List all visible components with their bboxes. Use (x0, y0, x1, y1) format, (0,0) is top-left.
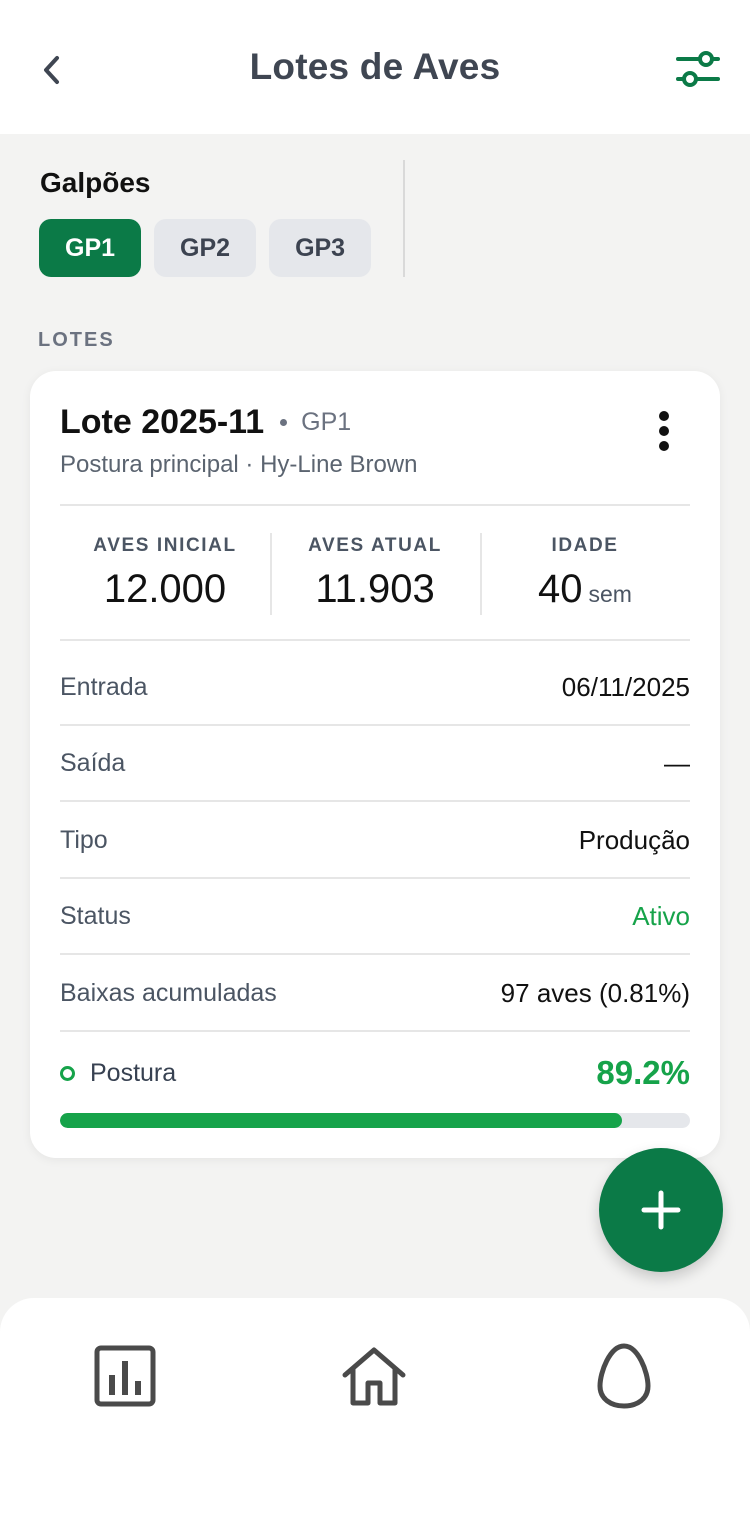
lot-stats: AVES INICIAL 12.000 AVES ATUAL 11.903 ID… (60, 533, 690, 615)
stat-aves-inicial: AVES INICIAL 12.000 (60, 533, 270, 615)
status-value: Ativo (632, 900, 690, 931)
lot-card[interactable]: Lote 2025-11 GP1 Postura principal · Hy-… (30, 371, 720, 1158)
postura-progress-bar (60, 1113, 690, 1128)
stat-unit: sem (588, 581, 632, 607)
lot-shed: GP1 (301, 408, 352, 436)
postura-label: Postura (90, 1058, 177, 1087)
more-vertical-icon (659, 411, 669, 421)
separator-dot (280, 419, 288, 426)
stat-label: IDADE (551, 535, 619, 556)
nav-reports[interactable] (87, 1338, 163, 1414)
chip-gp1[interactable]: GP1 (39, 219, 142, 277)
lot-name: Lote 2025-11 (60, 403, 265, 441)
egg-icon (597, 1343, 651, 1409)
sliders-icon (676, 51, 720, 87)
divider (60, 504, 690, 506)
vertical-divider (403, 160, 405, 277)
galpoes-title: Galpões (40, 167, 151, 198)
row-entrada: Entrada 06/11/2025 (60, 671, 690, 702)
stat-value: 40 sem (538, 567, 632, 611)
progress-fill (60, 1113, 622, 1128)
add-lot-button[interactable] (599, 1148, 723, 1272)
lotes-section-label: LOTES (38, 329, 115, 351)
circle-indicator-icon (60, 1065, 75, 1081)
nav-home[interactable] (336, 1338, 412, 1414)
stat-value: 11.903 (315, 567, 435, 611)
stat-value: 12.000 (103, 567, 227, 611)
divider (60, 1030, 690, 1032)
stat-label: AVES INICIAL (93, 535, 237, 556)
bar-chart-icon (94, 1345, 156, 1407)
row-baixas: Baixas acumuladas 97 aves (0.81%) (60, 977, 690, 1008)
stat-idade: IDADE 40 sem (480, 533, 690, 615)
plus-icon (641, 1190, 681, 1230)
galpoes-chip-group: GP1 GP2 GP3 (39, 219, 372, 277)
chip-gp2[interactable]: GP2 (154, 219, 257, 277)
lot-title-row: Lote 2025-11 GP1 (60, 403, 351, 442)
page-title: Lotes de Aves (249, 46, 501, 87)
postura-value: 89.2% (596, 1054, 690, 1091)
filter-button[interactable] (674, 46, 722, 92)
row-status: Status Ativo (60, 900, 690, 931)
bottom-nav (0, 1298, 750, 1519)
stat-aves-atual: AVES ATUAL 11.903 (270, 533, 480, 615)
divider (60, 639, 690, 641)
row-tipo: Tipo Produção (60, 824, 690, 855)
more-options-button[interactable] (650, 407, 678, 455)
nav-eggs[interactable] (586, 1338, 662, 1414)
home-icon (342, 1347, 406, 1406)
lot-subtitle: Postura principal · Hy-Line Brown (60, 451, 418, 478)
row-saida: Saída — (60, 747, 690, 778)
stat-label: AVES ATUAL (308, 535, 442, 556)
app-header: Lotes de Aves (0, 0, 750, 134)
postura-row: Postura 89.2% (60, 1053, 690, 1093)
chip-gp3[interactable]: GP3 (269, 219, 372, 277)
